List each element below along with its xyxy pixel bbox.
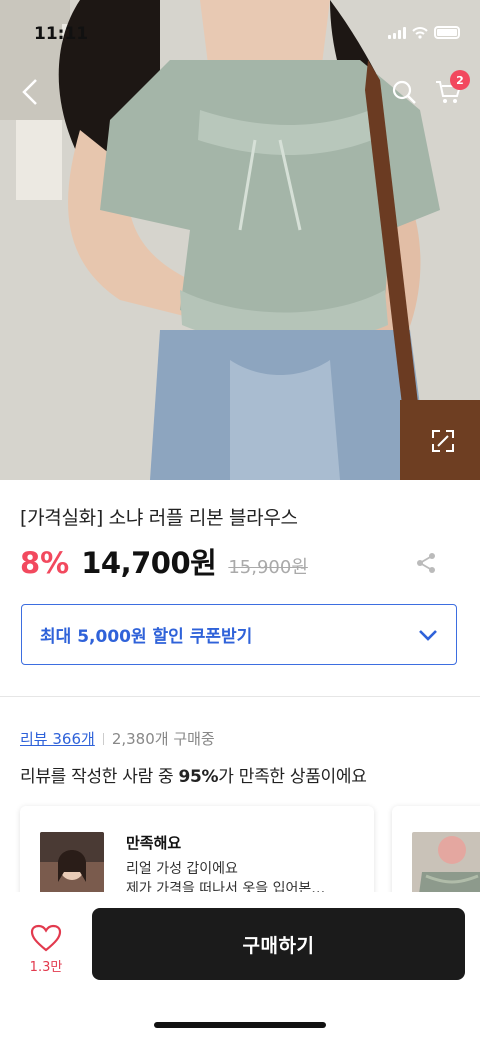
- like-button[interactable]: 1.3만: [20, 924, 72, 980]
- satisfaction-post: 가 만족한 상품이에요: [218, 767, 367, 787]
- review-count-link[interactable]: 리뷰 366개: [20, 728, 95, 749]
- search-icon: [392, 80, 416, 104]
- heart-icon: [30, 924, 62, 952]
- signal-icon: [388, 26, 406, 39]
- coupon-label: 최대 5,000원 할인 쿠폰받기: [40, 627, 253, 647]
- price-row: 8% 14,700원 15,900원: [20, 540, 308, 582]
- back-button[interactable]: [10, 72, 50, 112]
- status-time: 11:11: [34, 24, 89, 44]
- share-button[interactable]: [412, 549, 440, 577]
- meta-separator: [102, 732, 104, 745]
- back-arrow-icon: [22, 79, 37, 105]
- share-icon: [417, 553, 435, 573]
- search-button[interactable]: [384, 72, 424, 112]
- section-divider: [0, 696, 480, 697]
- satisfaction-percent: 95%: [178, 767, 219, 787]
- chevron-down-icon: [419, 629, 437, 641]
- coupon-button[interactable]: 최대 5,000원 할인 쿠폰받기: [21, 604, 457, 665]
- discount-rate: 8%: [20, 546, 70, 580]
- buy-button[interactable]: 구매하기: [92, 908, 465, 980]
- review-meta: 리뷰 366개 2,380개 구매중: [20, 728, 215, 749]
- expand-image-button[interactable]: [426, 424, 460, 458]
- status-icons: [388, 26, 460, 39]
- satisfaction-pre: 리뷰를 작성한 사람 중: [20, 767, 179, 787]
- cart-count-badge: 2: [450, 70, 470, 90]
- buying-count: 2,380개 구매중: [111, 730, 215, 748]
- satisfaction-text: 리뷰를 작성한 사람 중 95%가 만족한 상품이에요: [20, 762, 367, 787]
- product-title: [가격실화] 소냐 러플 리본 블라우스: [20, 507, 298, 529]
- review-card-line1: 리얼 가성 갑이에요: [126, 861, 238, 877]
- battery-icon: [434, 26, 460, 39]
- review-card-title: 만족해요: [126, 834, 182, 852]
- expand-icon: [432, 430, 454, 452]
- original-price: 15,900원: [228, 557, 308, 578]
- wifi-icon: [412, 26, 428, 39]
- like-count: 1.3만: [29, 960, 63, 975]
- home-indicator: [154, 1022, 326, 1028]
- sale-price: 14,700원: [81, 546, 217, 580]
